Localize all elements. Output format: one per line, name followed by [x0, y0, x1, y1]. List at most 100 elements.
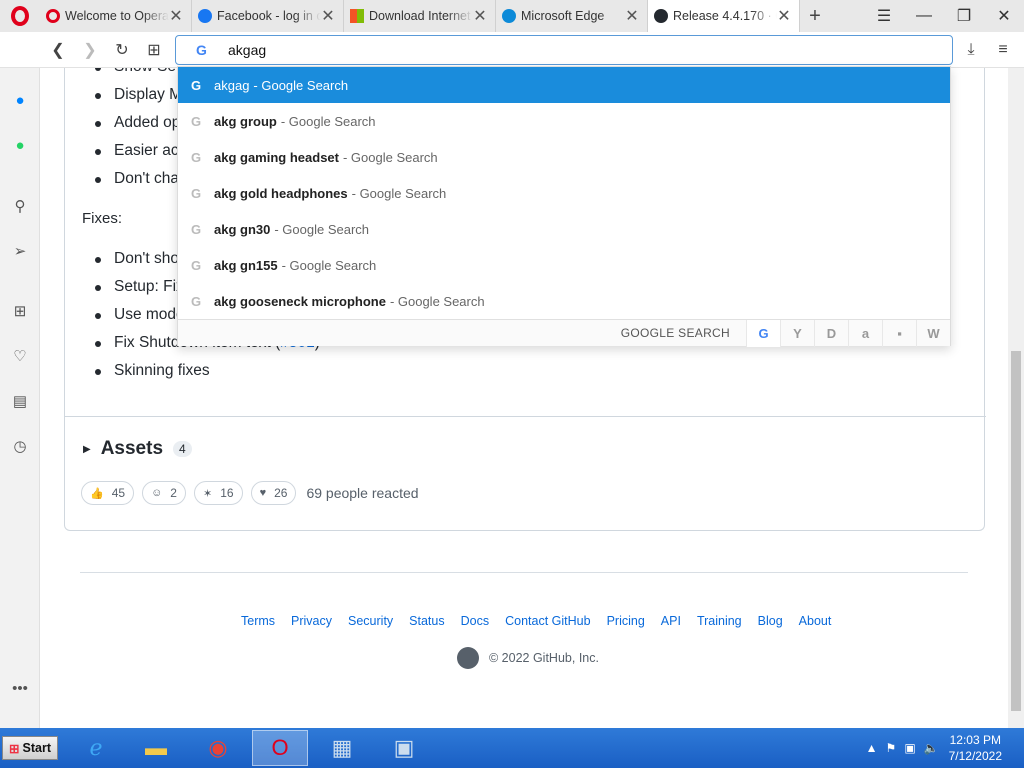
footer-link-docs[interactable]: Docs: [461, 614, 489, 628]
smile-icon: ☺: [151, 487, 163, 499]
tab-close-icon[interactable]: ✕: [625, 6, 639, 26]
send-icon[interactable]: ➢: [8, 239, 32, 263]
file-explorer-icon[interactable]: ▬: [128, 730, 184, 766]
tab-close-icon[interactable]: ✕: [169, 6, 183, 26]
amazon-engine-icon[interactable]: a: [848, 319, 882, 347]
reactions-bar: 👍 45 ☺ 2 ✶ 16 ♥ 26 69 people reacted: [81, 481, 419, 505]
github-favicon-icon: [654, 9, 668, 23]
address-toolbar: ❮ ❯ ↻ ⊞ G akgag ⤓ ≡: [0, 32, 1024, 68]
internet-explorer-icon[interactable]: ℯ: [68, 730, 124, 766]
tab-download-ie[interactable]: Download Internet Explorer✕: [344, 0, 496, 32]
scrollbar-thumb[interactable]: [1011, 351, 1021, 711]
close-window-button[interactable]: ✕: [984, 0, 1024, 32]
opera-taskbar-icon[interactable]: O: [252, 730, 308, 766]
reload-button[interactable]: ↻: [106, 32, 138, 68]
start-button[interactable]: ⊞ Start: [2, 736, 58, 760]
wikipedia-engine-icon[interactable]: W: [916, 319, 950, 347]
footer-link-security[interactable]: Security: [348, 614, 393, 628]
tab-facebook[interactable]: Facebook - log in or sign up✕: [192, 0, 344, 32]
back-button[interactable]: ❮: [42, 32, 74, 68]
windows-logo-icon: ⊞: [9, 741, 20, 756]
whatsapp-icon[interactable]: ●: [8, 133, 32, 157]
forward-button[interactable]: ❯: [74, 32, 106, 68]
address-field[interactable]: G akgag: [175, 35, 953, 65]
footer-link-about[interactable]: About: [799, 614, 832, 628]
speed-dial-icon[interactable]: ⊞: [8, 299, 32, 323]
tab-close-icon[interactable]: ✕: [321, 6, 335, 26]
download-icon[interactable]: ⤓: [956, 32, 986, 68]
heart-icon[interactable]: ♡: [8, 344, 32, 368]
reaction-smile-button[interactable]: ☺ 2: [142, 481, 186, 505]
history-icon[interactable]: ◷: [8, 434, 32, 458]
chrome-icon[interactable]: ◉: [190, 730, 246, 766]
messenger-icon[interactable]: ●: [8, 88, 32, 112]
footer-link-status[interactable]: Status: [409, 614, 444, 628]
footer-link-training[interactable]: Training: [697, 614, 742, 628]
google-icon: G: [190, 221, 202, 237]
tab-welcome-opera[interactable]: Welcome to Opera ✕: [40, 0, 192, 32]
footer-link-privacy[interactable]: Privacy: [291, 614, 332, 628]
reaction-thumbs-up-button[interactable]: 👍 45: [81, 481, 135, 505]
bing-engine-icon[interactable]: ▪: [882, 319, 916, 347]
google-icon: G: [196, 42, 207, 58]
google-engine-icon[interactable]: G: [746, 319, 780, 347]
footer-divider: [80, 572, 968, 573]
assets-toggle[interactable]: ▶ Assets 4: [83, 438, 192, 460]
footer-link-blog[interactable]: Blog: [758, 614, 783, 628]
page-scrollbar[interactable]: [1008, 68, 1024, 728]
address-input-value[interactable]: akgag: [228, 42, 266, 58]
google-icon: G: [190, 185, 202, 201]
news-icon[interactable]: ▤: [8, 389, 32, 413]
google-icon: G: [190, 113, 202, 129]
tab-microsoft-edge[interactable]: Microsoft Edge ✕: [496, 0, 648, 32]
suggestion-item[interactable]: Gakg gn30- Google Search: [178, 211, 950, 247]
heart-icon: ♥: [259, 487, 267, 499]
tada-icon: ✶: [202, 487, 213, 500]
thumbs-up-icon: 👍: [90, 487, 104, 500]
footer-copyright: © 2022 GitHub, Inc.: [457, 647, 599, 669]
assets-count: 4: [173, 441, 192, 457]
network-icon[interactable]: ▣: [376, 730, 432, 766]
suggestion-item[interactable]: Gakg gaming headset - Google Search: [178, 139, 950, 175]
flag-icon[interactable]: ⚑: [886, 741, 897, 755]
tab-close-icon[interactable]: ✕: [777, 6, 791, 26]
expand-triangle-icon: ▶: [83, 443, 91, 455]
footer-link-pricing[interactable]: Pricing: [607, 614, 645, 628]
search-engine-bar: GOOGLE SEARCH G Y D a ▪ W: [178, 319, 950, 347]
edge-favicon-icon: [502, 9, 516, 23]
windows-taskbar: ⊞ Start ℯ ▬ ◉ O ▦ ▣ ▲ ⚑ ▣ 🔈 12:03 PM 7/12…: [0, 728, 1024, 768]
suggestion-item[interactable]: Gakg gn155- Google Search: [178, 247, 950, 283]
new-tab-button[interactable]: +: [800, 5, 830, 28]
tabs-grid-button[interactable]: ⊞: [138, 32, 170, 68]
github-logo-icon[interactable]: [457, 647, 479, 669]
reaction-heart-button[interactable]: ♥ 26: [250, 481, 297, 505]
footer-link-terms[interactable]: Terms: [241, 614, 275, 628]
divider: [65, 416, 986, 417]
footer-link-contact[interactable]: Contact GitHub: [505, 614, 590, 628]
volume-icon[interactable]: 🔈: [924, 741, 939, 755]
footer-links: Terms Privacy Security Status Docs Conta…: [241, 614, 847, 628]
minimize-button[interactable]: —: [904, 0, 944, 32]
yahoo-engine-icon[interactable]: Y: [780, 319, 814, 347]
tab-menu-icon[interactable]: ☰: [864, 0, 904, 32]
search-icon[interactable]: ⚲: [8, 194, 32, 218]
network-tray-icon[interactable]: ▣: [904, 741, 915, 755]
easy-setup-icon[interactable]: ≡: [988, 32, 1018, 68]
reaction-tada-button[interactable]: ✶ 16: [193, 481, 243, 505]
google-icon: G: [190, 77, 202, 93]
suggestion-item[interactable]: Gakg group - Google Search: [178, 103, 950, 139]
suggestion-item[interactable]: Gakg gooseneck microphone - Google Search: [178, 283, 950, 319]
tray-expand-icon[interactable]: ▲: [866, 741, 878, 755]
suggestion-item[interactable]: Gakgag - Google Search: [178, 67, 950, 103]
control-panel-icon[interactable]: ▦: [314, 730, 370, 766]
list-item: Skinning fixes: [95, 362, 210, 379]
duckduckgo-engine-icon[interactable]: D: [814, 319, 848, 347]
maximize-button[interactable]: ❐: [944, 0, 984, 32]
opera-menu-button[interactable]: [0, 0, 40, 32]
tab-close-icon[interactable]: ✕: [473, 6, 487, 26]
suggestion-item[interactable]: Gakg gold headphones - Google Search: [178, 175, 950, 211]
clock[interactable]: 12:03 PM 7/12/2022: [949, 732, 1002, 764]
tab-release-github[interactable]: Release 4.4.170 · GitHub✕: [648, 0, 800, 32]
footer-link-api[interactable]: API: [661, 614, 681, 628]
more-icon[interactable]: •••: [8, 676, 32, 700]
